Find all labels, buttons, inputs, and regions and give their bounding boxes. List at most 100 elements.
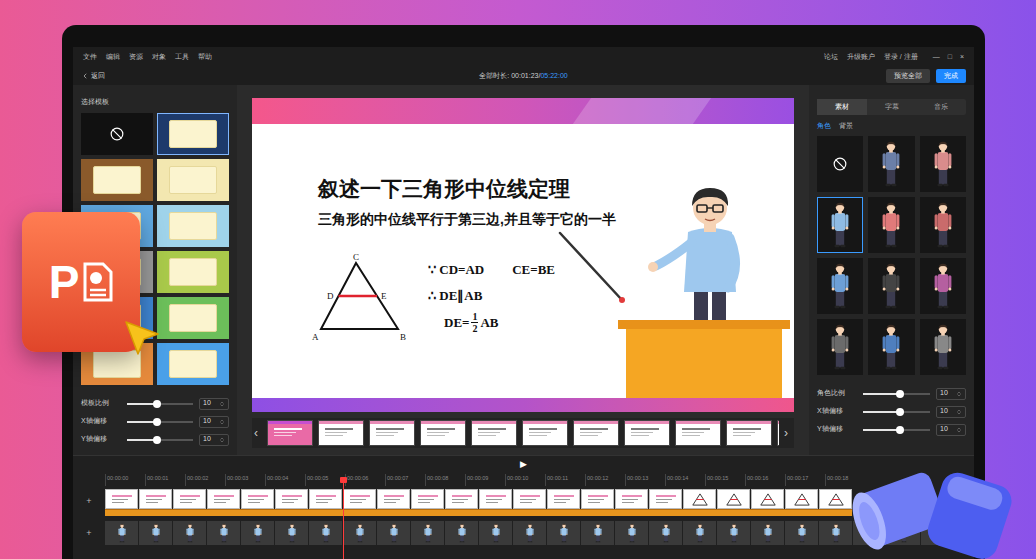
- character-clip[interactable]: [547, 521, 580, 545]
- spinner-icon[interactable]: [956, 427, 962, 433]
- character-clip[interactable]: [139, 521, 172, 545]
- spinner-icon[interactable]: [956, 409, 962, 415]
- spinner-icon[interactable]: [219, 437, 225, 443]
- action-button[interactable]: 预览全部: [886, 69, 930, 84]
- slide-clip[interactable]: [479, 489, 512, 509]
- slide-clip[interactable]: [819, 489, 852, 509]
- slide-clip[interactable]: [547, 489, 580, 509]
- template-thumbnail[interactable]: [81, 159, 153, 201]
- menu-item[interactable]: 编辑: [106, 52, 120, 63]
- spinner-icon[interactable]: [219, 401, 225, 407]
- account-link[interactable]: 升级账户: [847, 52, 875, 63]
- window-control[interactable]: □: [948, 52, 952, 63]
- window-control[interactable]: ×: [960, 52, 964, 63]
- slide-clip[interactable]: [683, 489, 716, 509]
- template-thumbnail[interactable]: [81, 113, 153, 155]
- menu-item[interactable]: 对象: [152, 52, 166, 63]
- slide-clip[interactable]: [139, 489, 172, 509]
- slide-clip[interactable]: [615, 489, 648, 509]
- character-clip[interactable]: [513, 521, 546, 545]
- template-thumbnail[interactable]: [157, 297, 229, 339]
- asset-tab[interactable]: 素材: [817, 99, 867, 115]
- slide-clip[interactable]: [241, 489, 274, 509]
- menu-item[interactable]: 资源: [129, 52, 143, 63]
- character-clip[interactable]: [207, 521, 240, 545]
- slide-thumbnail[interactable]: [573, 420, 619, 446]
- slide-clip[interactable]: [377, 489, 410, 509]
- playhead[interactable]: [343, 480, 344, 559]
- menu-item[interactable]: 工具: [175, 52, 189, 63]
- character-clip[interactable]: [241, 521, 274, 545]
- back-icon[interactable]: [81, 72, 89, 80]
- menu-item[interactable]: 文件: [83, 52, 97, 63]
- character-clip[interactable]: [785, 521, 818, 545]
- add-track-button[interactable]: +: [73, 489, 105, 509]
- slide-clip[interactable]: [309, 489, 342, 509]
- template-thumbnail[interactable]: [157, 251, 229, 293]
- window-control[interactable]: —: [933, 52, 940, 63]
- slider-value[interactable]: 10: [199, 434, 229, 446]
- prev-button[interactable]: ‹: [254, 424, 262, 442]
- slide-clip[interactable]: [445, 489, 478, 509]
- slide-clip[interactable]: [173, 489, 206, 509]
- character-clip[interactable]: [615, 521, 648, 545]
- character-card[interactable]: [817, 319, 863, 375]
- slider-value[interactable]: 10: [936, 388, 966, 400]
- slide-clip[interactable]: [207, 489, 240, 509]
- slide-clip[interactable]: [581, 489, 614, 509]
- add-track-button[interactable]: +: [73, 521, 105, 541]
- slide-clip[interactable]: [751, 489, 784, 509]
- slide-clip[interactable]: [649, 489, 682, 509]
- slider-knob[interactable]: [153, 436, 161, 444]
- slider-track[interactable]: [127, 421, 193, 423]
- slide-thumbnail[interactable]: [267, 420, 313, 446]
- slide-thumbnail[interactable]: [471, 420, 517, 446]
- character-clip[interactable]: [717, 521, 750, 545]
- character-clip[interactable]: [479, 521, 512, 545]
- asset-tab[interactable]: 字幕: [867, 99, 917, 115]
- character-clip[interactable]: [275, 521, 308, 545]
- character-card[interactable]: [868, 197, 914, 253]
- slider-value[interactable]: 10: [199, 416, 229, 428]
- back-button[interactable]: 返回: [81, 71, 376, 82]
- slider-track[interactable]: [863, 429, 930, 431]
- character-clip[interactable]: [683, 521, 716, 545]
- character-clip[interactable]: [173, 521, 206, 545]
- slide-clip[interactable]: [343, 489, 376, 509]
- play-button[interactable]: ▶: [520, 458, 527, 472]
- character-clip[interactable]: [649, 521, 682, 545]
- asset-tab[interactable]: 音乐: [916, 99, 966, 115]
- slider-track[interactable]: [863, 393, 930, 395]
- slider-track[interactable]: [863, 411, 930, 413]
- character-clip[interactable]: [343, 521, 376, 545]
- slider-knob[interactable]: [896, 390, 904, 398]
- slide-thumbnail[interactable]: [624, 420, 670, 446]
- character-card[interactable]: [817, 136, 863, 192]
- spinner-icon[interactable]: [956, 391, 962, 397]
- character-clip[interactable]: [445, 521, 478, 545]
- template-thumbnail[interactable]: [157, 205, 229, 247]
- slide-thumbnail[interactable]: [522, 420, 568, 446]
- slider-track[interactable]: [127, 439, 193, 441]
- slider-knob[interactable]: [896, 408, 904, 416]
- menu-item[interactable]: 帮助: [198, 52, 212, 63]
- slide-thumbnail[interactable]: [777, 420, 779, 446]
- slide-thumbnail[interactable]: [675, 420, 721, 446]
- character-card[interactable]: [868, 136, 914, 192]
- account-link[interactable]: 登录 / 注册: [884, 52, 918, 63]
- character-clip[interactable]: [819, 521, 852, 545]
- character-card[interactable]: [920, 319, 966, 375]
- slider-track[interactable]: [127, 403, 193, 405]
- slide-clip[interactable]: [105, 489, 138, 509]
- next-button[interactable]: ›: [784, 424, 792, 442]
- asset-subtab[interactable]: 角色: [817, 121, 831, 132]
- template-thumbnail[interactable]: [157, 343, 229, 385]
- slide-clip[interactable]: [411, 489, 444, 509]
- slide-thumbnail[interactable]: [726, 420, 772, 446]
- character-card[interactable]: [868, 319, 914, 375]
- character-clip[interactable]: [105, 521, 138, 545]
- slider-value[interactable]: 10: [936, 406, 966, 418]
- asset-subtab[interactable]: 背景: [839, 121, 853, 132]
- slide-thumbnail[interactable]: [369, 420, 415, 446]
- slider-value[interactable]: 10: [199, 398, 229, 410]
